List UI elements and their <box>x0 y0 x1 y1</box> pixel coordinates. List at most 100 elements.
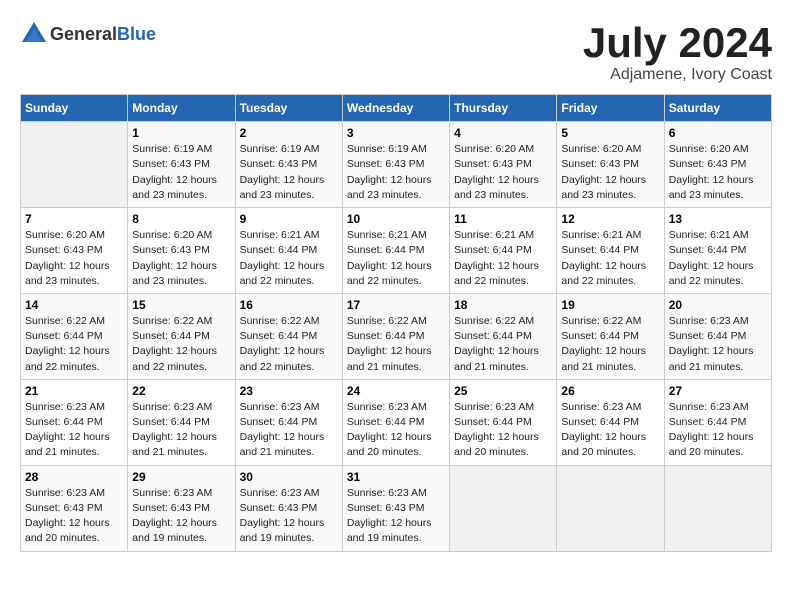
day-info: Sunrise: 6:21 AM Sunset: 6:44 PM Dayligh… <box>561 228 659 289</box>
calendar-cell: 21 Sunrise: 6:23 AM Sunset: 6:44 PM Dayli… <box>21 379 128 465</box>
day-info: Sunrise: 6:23 AM Sunset: 6:44 PM Dayligh… <box>347 400 445 461</box>
day-number: 16 <box>240 298 338 312</box>
day-number: 30 <box>240 470 338 484</box>
day-info: Sunrise: 6:21 AM Sunset: 6:44 PM Dayligh… <box>669 228 767 289</box>
day-info: Sunrise: 6:20 AM Sunset: 6:43 PM Dayligh… <box>132 228 230 289</box>
day-info: Sunrise: 6:23 AM Sunset: 6:44 PM Dayligh… <box>561 400 659 461</box>
calendar-cell: 15 Sunrise: 6:22 AM Sunset: 6:44 PM Dayli… <box>128 293 235 379</box>
calendar-cell: 25 Sunrise: 6:23 AM Sunset: 6:44 PM Dayli… <box>450 379 557 465</box>
header-day-friday: Friday <box>557 95 664 122</box>
calendar-cell: 31 Sunrise: 6:23 AM Sunset: 6:43 PM Dayli… <box>342 465 449 551</box>
header-day-monday: Monday <box>128 95 235 122</box>
calendar-cell: 16 Sunrise: 6:22 AM Sunset: 6:44 PM Dayli… <box>235 293 342 379</box>
calendar-cell <box>557 465 664 551</box>
day-number: 6 <box>669 126 767 140</box>
calendar-cell: 5 Sunrise: 6:20 AM Sunset: 6:43 PM Daylig… <box>557 122 664 208</box>
day-number: 17 <box>347 298 445 312</box>
calendar-header: SundayMondayTuesdayWednesdayThursdayFrid… <box>21 95 772 122</box>
day-info: Sunrise: 6:22 AM Sunset: 6:44 PM Dayligh… <box>347 314 445 375</box>
day-info: Sunrise: 6:20 AM Sunset: 6:43 PM Dayligh… <box>25 228 123 289</box>
day-number: 18 <box>454 298 552 312</box>
day-number: 8 <box>132 212 230 226</box>
calendar-cell: 8 Sunrise: 6:20 AM Sunset: 6:43 PM Daylig… <box>128 208 235 294</box>
calendar-body: 1Sunrise: 6:19 AM Sunset: 6:43 PM Daylig… <box>21 122 772 551</box>
day-info: Sunrise: 6:21 AM Sunset: 6:44 PM Dayligh… <box>347 228 445 289</box>
day-number: 26 <box>561 384 659 398</box>
day-number: 14 <box>25 298 123 312</box>
day-info: Sunrise: 6:23 AM Sunset: 6:43 PM Dayligh… <box>240 486 338 547</box>
day-number: 13 <box>669 212 767 226</box>
day-number: 4 <box>454 126 552 140</box>
day-info: Sunrise: 6:23 AM Sunset: 6:44 PM Dayligh… <box>669 400 767 461</box>
day-number: 19 <box>561 298 659 312</box>
header-day-saturday: Saturday <box>664 95 771 122</box>
location-title: Adjamene, Ivory Coast <box>583 66 772 84</box>
day-info: Sunrise: 6:23 AM Sunset: 6:44 PM Dayligh… <box>132 400 230 461</box>
header-day-thursday: Thursday <box>450 95 557 122</box>
day-info: Sunrise: 6:20 AM Sunset: 6:43 PM Dayligh… <box>454 142 552 203</box>
day-number: 25 <box>454 384 552 398</box>
calendar-cell <box>664 465 771 551</box>
day-info: Sunrise: 6:20 AM Sunset: 6:43 PM Dayligh… <box>561 142 659 203</box>
logo-text-blue: Blue <box>117 24 156 44</box>
week-row-5: 28 Sunrise: 6:23 AM Sunset: 6:43 PM Dayli… <box>21 465 772 551</box>
calendar-cell: 2 Sunrise: 6:19 AM Sunset: 6:43 PM Daylig… <box>235 122 342 208</box>
day-info: Sunrise: 6:23 AM Sunset: 6:43 PM Dayligh… <box>347 486 445 547</box>
day-number: 29 <box>132 470 230 484</box>
day-info: Sunrise: 6:21 AM Sunset: 6:44 PM Dayligh… <box>240 228 338 289</box>
header-day-tuesday: Tuesday <box>235 95 342 122</box>
day-number: 31 <box>347 470 445 484</box>
day-number: 21 <box>25 384 123 398</box>
week-row-1: 1Sunrise: 6:19 AM Sunset: 6:43 PM Daylig… <box>21 122 772 208</box>
calendar-cell: 19 Sunrise: 6:22 AM Sunset: 6:44 PM Dayli… <box>557 293 664 379</box>
calendar-cell: 26 Sunrise: 6:23 AM Sunset: 6:44 PM Dayli… <box>557 379 664 465</box>
calendar-cell <box>450 465 557 551</box>
day-info: Sunrise: 6:22 AM Sunset: 6:44 PM Dayligh… <box>240 314 338 375</box>
day-info: Sunrise: 6:19 AM Sunset: 6:43 PM Dayligh… <box>240 142 338 203</box>
header-row: SundayMondayTuesdayWednesdayThursdayFrid… <box>21 95 772 122</box>
day-info: Sunrise: 6:22 AM Sunset: 6:44 PM Dayligh… <box>132 314 230 375</box>
calendar-cell: 14Sunrise: 6:22 AM Sunset: 6:44 PM Dayli… <box>21 293 128 379</box>
week-row-3: 14 Sunrise: 6:22 AM Sunset: 6:44 PM Dayli… <box>21 293 772 379</box>
calendar-cell: 6Sunrise: 6:20 AM Sunset: 6:43 PM Daylig… <box>664 122 771 208</box>
day-info: Sunrise: 6:23 AM Sunset: 6:44 PM Dayligh… <box>669 314 767 375</box>
day-number: 24 <box>347 384 445 398</box>
day-number: 10 <box>347 212 445 226</box>
calendar-cell: 11Sunrise: 6:21 AM Sunset: 6:44 PM Dayli… <box>450 208 557 294</box>
day-info: Sunrise: 6:22 AM Sunset: 6:44 PM Dayligh… <box>561 314 659 375</box>
day-number: 2 <box>240 126 338 140</box>
calendar-cell: 22 Sunrise: 6:23 AM Sunset: 6:44 PM Dayli… <box>128 379 235 465</box>
calendar-table: SundayMondayTuesdayWednesdayThursdayFrid… <box>20 94 772 551</box>
calendar-cell: 4 Sunrise: 6:20 AM Sunset: 6:43 PM Daylig… <box>450 122 557 208</box>
header-day-sunday: Sunday <box>21 95 128 122</box>
day-number: 22 <box>132 384 230 398</box>
calendar-cell: 27 Sunrise: 6:23 AM Sunset: 6:44 PM Dayli… <box>664 379 771 465</box>
day-number: 5 <box>561 126 659 140</box>
day-number: 12 <box>561 212 659 226</box>
day-info: Sunrise: 6:23 AM Sunset: 6:44 PM Dayligh… <box>25 400 123 461</box>
day-info: Sunrise: 6:23 AM Sunset: 6:44 PM Dayligh… <box>454 400 552 461</box>
calendar-cell: 23Sunrise: 6:23 AM Sunset: 6:44 PM Dayli… <box>235 379 342 465</box>
calendar-cell: 20Sunrise: 6:23 AM Sunset: 6:44 PM Dayli… <box>664 293 771 379</box>
day-number: 15 <box>132 298 230 312</box>
calendar-cell: 30 Sunrise: 6:23 AM Sunset: 6:43 PM Dayli… <box>235 465 342 551</box>
calendar-cell: 3Sunrise: 6:19 AM Sunset: 6:43 PM Daylig… <box>342 122 449 208</box>
calendar-cell <box>21 122 128 208</box>
day-info: Sunrise: 6:22 AM Sunset: 6:44 PM Dayligh… <box>454 314 552 375</box>
day-info: Sunrise: 6:21 AM Sunset: 6:44 PM Dayligh… <box>454 228 552 289</box>
title-area: July 2024 Adjamene, Ivory Coast <box>583 20 772 84</box>
calendar-cell: 24 Sunrise: 6:23 AM Sunset: 6:44 PM Dayli… <box>342 379 449 465</box>
calendar-cell: 17 Sunrise: 6:22 AM Sunset: 6:44 PM Dayli… <box>342 293 449 379</box>
calendar-cell: 13 Sunrise: 6:21 AM Sunset: 6:44 PM Dayli… <box>664 208 771 294</box>
calendar-cell: 10 Sunrise: 6:21 AM Sunset: 6:44 PM Dayli… <box>342 208 449 294</box>
day-number: 28 <box>25 470 123 484</box>
calendar-cell: 12 Sunrise: 6:21 AM Sunset: 6:44 PM Dayli… <box>557 208 664 294</box>
logo: GeneralBlue <box>20 20 156 48</box>
calendar-cell: 9Sunrise: 6:21 AM Sunset: 6:44 PM Daylig… <box>235 208 342 294</box>
day-info: Sunrise: 6:23 AM Sunset: 6:44 PM Dayligh… <box>240 400 338 461</box>
calendar-cell: 18 Sunrise: 6:22 AM Sunset: 6:44 PM Dayli… <box>450 293 557 379</box>
calendar-cell: 1Sunrise: 6:19 AM Sunset: 6:43 PM Daylig… <box>128 122 235 208</box>
day-info: Sunrise: 6:19 AM Sunset: 6:43 PM Dayligh… <box>132 142 230 203</box>
day-number: 27 <box>669 384 767 398</box>
day-info: Sunrise: 6:23 AM Sunset: 6:43 PM Dayligh… <box>25 486 123 547</box>
